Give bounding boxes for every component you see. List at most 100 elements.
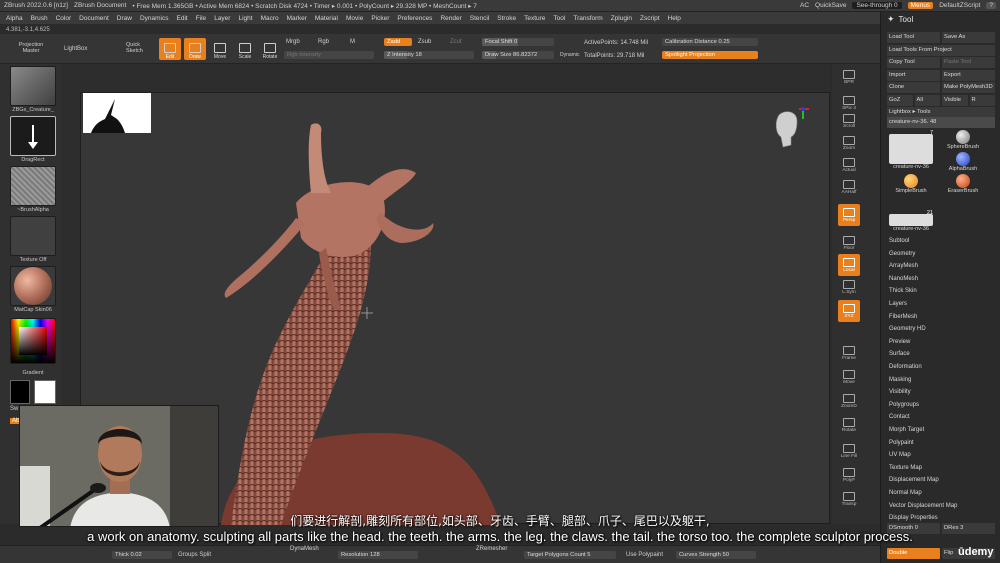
draw-button[interactable]: Draw <box>184 38 206 60</box>
menu-stencil[interactable]: Stencil <box>470 15 490 22</box>
shelf-button-rotate[interactable]: Rotate <box>838 414 860 436</box>
subpalette-contact[interactable]: Contact <box>889 414 910 420</box>
current-brush-thumbnail[interactable] <box>10 66 56 106</box>
menu-preferences[interactable]: Preferences <box>397 15 432 22</box>
zcut-button[interactable]: Zcut <box>450 39 462 45</box>
menu-dynamics[interactable]: Dynamics <box>140 15 169 22</box>
tool-r-button[interactable]: R <box>969 94 995 106</box>
m-button[interactable]: M <box>350 39 355 45</box>
lightbox-button[interactable]: LightBox <box>64 46 87 52</box>
menu-light[interactable]: Light <box>238 15 252 22</box>
alpha-thumbnail[interactable] <box>10 166 56 206</box>
ac-button[interactable]: AC <box>800 2 809 9</box>
scale-button[interactable]: Scale <box>234 38 256 60</box>
shelf-button-actual[interactable]: Actual <box>838 154 860 176</box>
zremesher-button[interactable]: ZRemesher <box>476 546 507 552</box>
subpalette-fibermesh[interactable]: FiberMesh <box>889 314 917 320</box>
subpalette-morph-target[interactable]: Morph Target <box>889 427 924 433</box>
tool-tile-simplebrush[interactable]: SimpleBrush <box>887 174 935 194</box>
rgb-button[interactable]: Rgb <box>318 39 329 45</box>
material-thumbnail[interactable] <box>10 266 56 306</box>
dynamesh-button[interactable]: DynaMesh <box>290 546 319 552</box>
shelf-button-floor[interactable]: Floor <box>838 232 860 254</box>
shelf-button-frame[interactable]: Frame <box>838 342 860 364</box>
menu-draw[interactable]: Draw <box>117 15 132 22</box>
subpalette-polypaint[interactable]: Polypaint <box>889 440 914 446</box>
subpalette-preview[interactable]: Preview <box>889 339 910 345</box>
subpalette-geometry[interactable]: Geometry <box>889 251 915 257</box>
groups-split-button[interactable]: Groups Split <box>178 552 211 558</box>
zsub-button[interactable]: Zsub <box>418 39 431 45</box>
current-tool-slider[interactable]: creature-nv-36. 48 <box>887 117 995 128</box>
menu-layer[interactable]: Layer <box>214 15 230 22</box>
menu-alpha[interactable]: Alpha <box>6 15 23 22</box>
default-zscript-button[interactable]: DefaultZScript <box>939 2 980 9</box>
subpalette-arraymesh[interactable]: ArrayMesh <box>889 263 918 269</box>
tool-tile-spherebrush[interactable]: SphereBrush <box>939 130 987 150</box>
tool-export-button[interactable]: Export <box>942 69 995 81</box>
menu-color[interactable]: Color <box>56 15 72 22</box>
projection-master-button[interactable]: Projection Master <box>12 42 50 54</box>
subpalette-visibility[interactable]: Visibility <box>889 389 911 395</box>
menu-document[interactable]: Document <box>79 15 109 22</box>
menu-movie[interactable]: Movie <box>346 15 363 22</box>
quicksave-button[interactable]: QuickSave <box>815 2 846 9</box>
window-button[interactable]: ? <box>986 2 996 9</box>
shelf-button-polyf[interactable]: PolyF <box>838 464 860 486</box>
shelf-button-zoomd[interactable]: ZoomD <box>838 390 860 412</box>
menu-edit[interactable]: Edit <box>177 15 188 22</box>
subpalette-normal-map[interactable]: Normal Map <box>889 490 922 496</box>
subpalette-displacement-map[interactable]: Displacement Map <box>889 477 939 483</box>
subpalette-texture-map[interactable]: Texture Map <box>889 465 922 471</box>
double-button[interactable]: Double <box>887 548 940 559</box>
menu-brush[interactable]: Brush <box>31 15 48 22</box>
tool-copy-tool-button[interactable]: Copy Tool <box>887 57 940 68</box>
focal-shift-slider[interactable]: Focal Shift 0 <box>482 38 554 46</box>
subpalette-masking[interactable]: Masking <box>889 377 911 383</box>
subpalette-deformation[interactable]: Deformation <box>889 364 922 370</box>
menus-button[interactable]: Menus <box>907 2 934 9</box>
tool-goz-button[interactable]: GoZ <box>887 94 913 106</box>
tool-save-as-button[interactable]: Save As <box>942 32 995 43</box>
rgb-intensity-slider[interactable]: Rgb Intensity <box>284 51 374 59</box>
tool-tile-alphabrush[interactable]: AlphaBrush <box>939 152 987 172</box>
subpalette-surface[interactable]: Surface <box>889 351 910 357</box>
secondary-color-swatch[interactable] <box>34 380 56 404</box>
subpalette-subtool[interactable]: Subtool <box>889 238 909 244</box>
shelf-button-bpr[interactable]: BPR <box>838 66 860 88</box>
color-saturation-square[interactable] <box>19 327 47 355</box>
shelf-button-move[interactable]: Move <box>838 366 860 388</box>
subpalette-nanomesh[interactable]: NanoMesh <box>889 276 918 282</box>
menu-zplugin[interactable]: Zplugin <box>611 15 632 22</box>
subpalette-thick-skin[interactable]: Thick Skin <box>889 288 917 294</box>
shelf-button-local[interactable]: Local <box>838 254 860 276</box>
calibration-distance-slider[interactable]: Calibration Distance 0.25 <box>662 38 758 46</box>
see-through-slider[interactable]: See-through 0 <box>852 2 902 9</box>
shelf-button-l-sym[interactable]: L.Sym <box>838 276 860 298</box>
target-polygons-slider[interactable]: Target Polygons Count 5 <box>524 551 616 559</box>
tool-visible-button[interactable]: Visible <box>942 94 968 106</box>
menu-macro[interactable]: Macro <box>261 15 279 22</box>
subpalette-geometry-hd[interactable]: Geometry HD <box>889 326 926 332</box>
rotate-button[interactable]: Rotate <box>259 38 281 60</box>
tool-paste-tool-button[interactable]: Paste Tool <box>942 57 995 68</box>
menu-texture[interactable]: Texture <box>524 15 545 22</box>
move-button[interactable]: Move <box>209 38 231 60</box>
tool-load-tool-button[interactable]: Load Tool <box>887 32 940 43</box>
draw-size-slider[interactable]: Draw Size 86.82372 <box>482 51 554 59</box>
switch-color-button[interactable]: Sw <box>10 406 18 412</box>
shelf-button-aahalf[interactable]: AAHalf <box>838 176 860 198</box>
menu-help[interactable]: Help <box>668 15 681 22</box>
z-intensity-slider[interactable]: Z Intensity 18 <box>384 51 474 59</box>
tool-load-tools-from-project-button[interactable]: Load Tools From Project <box>887 44 995 56</box>
subpalette-uv-map[interactable]: UV Map <box>889 452 911 458</box>
menu-tool[interactable]: Tool <box>553 15 565 22</box>
spotlight-projection-button[interactable]: Spotlight Projection <box>662 51 758 59</box>
tool-tile-eraserbrush[interactable]: EraserBrush <box>939 174 987 194</box>
tool-make-polymesh3d-button[interactable]: Make PolyMesh3D <box>942 82 995 93</box>
shelf-button-zoom[interactable]: Zoom <box>838 132 860 154</box>
main-color-swatch[interactable] <box>10 380 30 404</box>
menu-stroke[interactable]: Stroke <box>497 15 516 22</box>
menu-picker[interactable]: Picker <box>371 15 389 22</box>
curves-strength-slider[interactable]: Curves Strength 50 <box>676 551 756 559</box>
